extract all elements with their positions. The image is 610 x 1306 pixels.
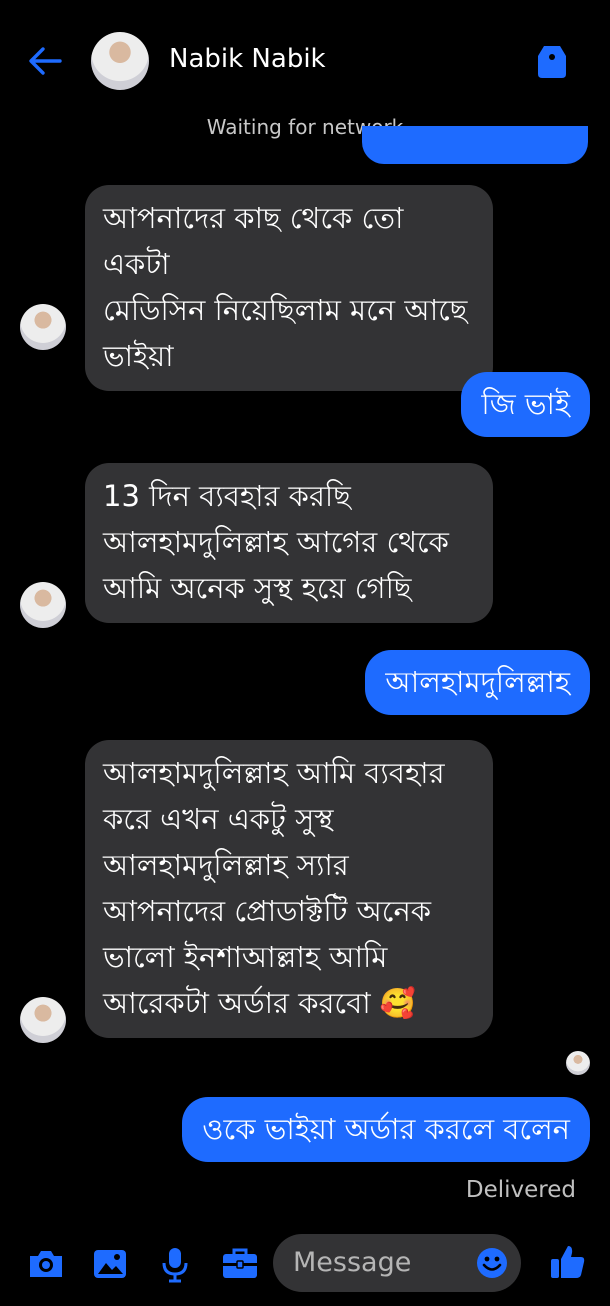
- seen-avatar: [566, 1051, 590, 1075]
- message-outgoing[interactable]: ওকে ভাইয়া অর্ডার করলে বলেন: [182, 1097, 590, 1162]
- like-icon[interactable]: [548, 1242, 588, 1282]
- camera-icon[interactable]: [26, 1244, 66, 1284]
- emoji-icon[interactable]: [476, 1247, 508, 1279]
- previous-message-bubble[interactable]: [362, 126, 588, 164]
- microphone-icon[interactable]: [155, 1244, 195, 1284]
- shield-icon[interactable]: [535, 42, 569, 80]
- contact-name[interactable]: Nabik Nabik: [169, 44, 326, 74]
- message-incoming[interactable]: 13 দিন ব্যবহার করছি আলহামদুলিল্লাহ আগের …: [85, 463, 493, 623]
- sender-avatar: [20, 997, 66, 1043]
- message-outgoing[interactable]: জি ভাই: [461, 372, 590, 437]
- chat-header: Nabik Nabik: [0, 0, 610, 120]
- message-incoming[interactable]: আলহামদুলিল্লাহ আমি ব্যবহার করে এখন একটু …: [85, 740, 493, 1038]
- message-input[interactable]: Message: [273, 1234, 521, 1292]
- message-incoming[interactable]: আপনাদের কাছ থেকে তো একটা মেডিসিন নিয়েছি…: [85, 185, 493, 391]
- message-outgoing[interactable]: আলহামদুলিল্লাহ: [365, 650, 590, 715]
- contact-avatar[interactable]: [91, 32, 149, 90]
- toolbox-icon[interactable]: [220, 1244, 260, 1284]
- sender-avatar: [20, 304, 66, 350]
- delivery-status: Delivered: [465, 1177, 576, 1203]
- sender-avatar: [20, 582, 66, 628]
- message-placeholder: Message: [293, 1247, 412, 1278]
- back-arrow-icon[interactable]: [26, 42, 64, 80]
- gallery-icon[interactable]: [90, 1244, 130, 1284]
